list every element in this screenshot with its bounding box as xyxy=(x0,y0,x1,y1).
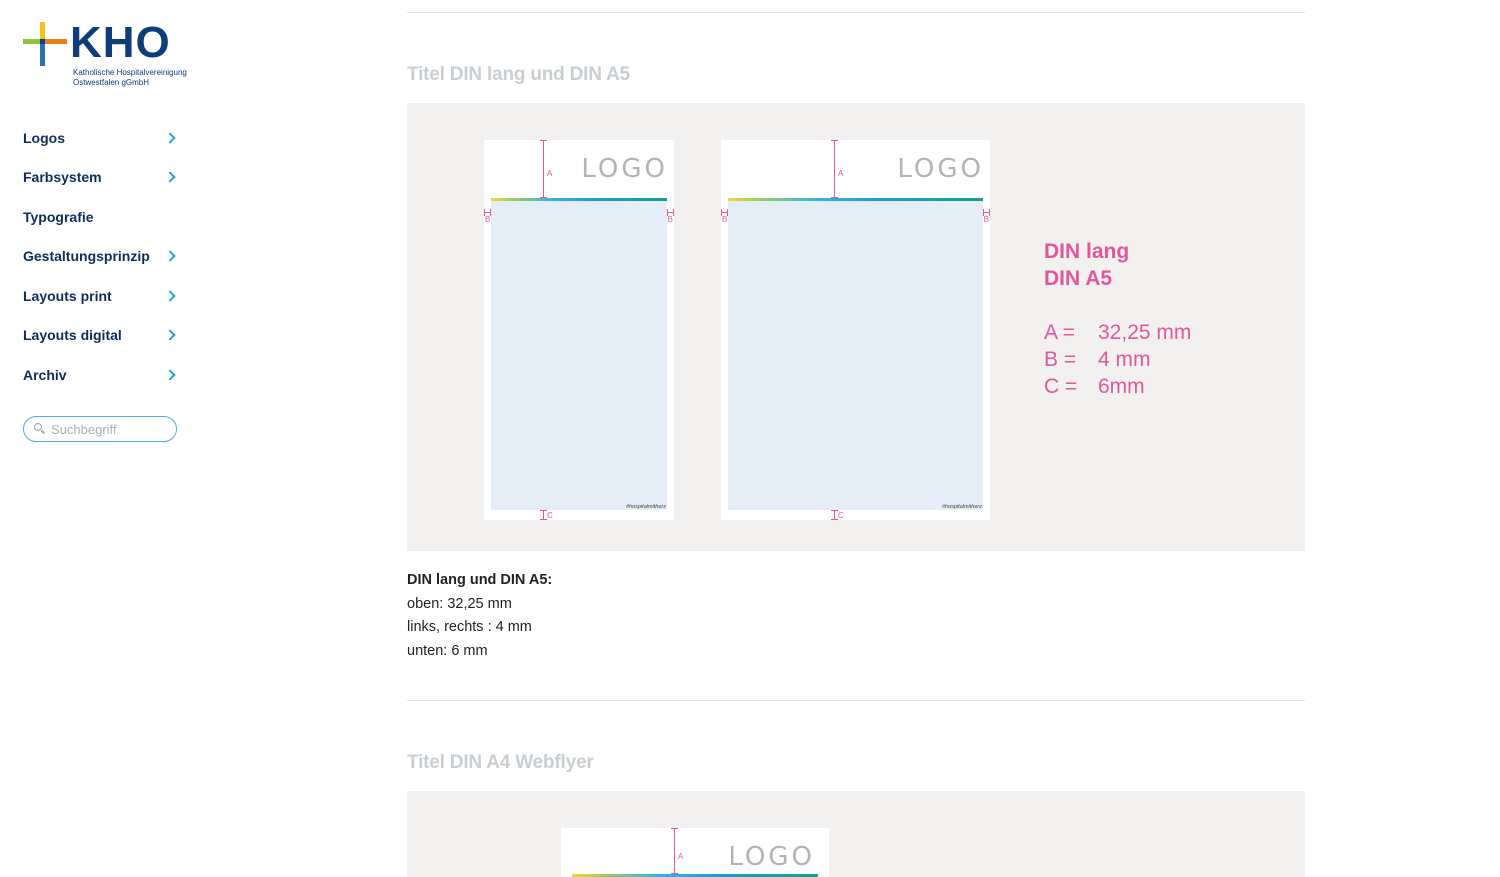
margin-b-left-label: B xyxy=(722,215,728,224)
content-area xyxy=(728,201,983,510)
chevron-right-icon[interactable] xyxy=(164,329,176,341)
sidebar-item-layouts-digital[interactable]: Layouts digital xyxy=(23,316,178,356)
sidebar-item-archiv[interactable]: Archiv xyxy=(23,355,178,395)
chevron-right-icon[interactable] xyxy=(164,369,176,381)
margin-a-marker xyxy=(540,140,547,198)
chevron-right-icon[interactable] xyxy=(164,171,176,183)
sidebar-item-label: Layouts print xyxy=(23,287,112,304)
cross-logo-icon xyxy=(23,22,67,66)
spec-value: 6mm xyxy=(1098,375,1145,398)
kho-logo[interactable]: KHO Katholische Hospitalvereinigung Ostw… xyxy=(23,18,193,88)
din-a5-mockup: LOGO #hospitalmitherz A B B C xyxy=(721,140,990,520)
sidebar: KHO Katholische Hospitalvereinigung Ostw… xyxy=(0,0,200,877)
margin-c-label: C xyxy=(838,511,844,520)
spec-key: B = xyxy=(1044,348,1077,371)
logo-subtitle-line1: Katholische Hospitalvereinigung xyxy=(73,68,187,77)
sidebar-item-label: Gestaltungsprinzip xyxy=(23,248,150,265)
chevron-right-icon[interactable] xyxy=(164,132,176,144)
logo-subtitle: Katholische Hospitalvereinigung Ostwestf… xyxy=(73,68,187,88)
sidebar-item-gestaltungsprinzip[interactable]: Gestaltungsprinzip xyxy=(23,237,178,277)
margin-b-left-label: B xyxy=(485,215,491,224)
hashtag-label: #hospitalmitherz xyxy=(941,504,982,510)
spec-heading: DIN lang DIN A5 xyxy=(1044,238,1129,292)
section-title: Titel DIN A4 Webflyer xyxy=(407,752,594,773)
spec-row-b: B = 4 mm xyxy=(1044,346,1244,373)
margin-a-marker xyxy=(671,828,678,874)
sidebar-item-typografie[interactable]: Typografie xyxy=(23,197,178,237)
sidebar-item-farbsystem[interactable]: Farbsystem xyxy=(23,158,178,198)
margin-c-marker xyxy=(540,510,547,520)
logo-placeholder: LOGO xyxy=(897,154,984,184)
margin-c-label: C xyxy=(547,511,553,520)
description-title: DIN lang und DIN A5: xyxy=(407,572,553,588)
margin-a-label: A xyxy=(547,169,553,178)
section-title: Titel DIN lang und DIN A5 xyxy=(407,64,631,85)
sidebar-item-label: Farbsystem xyxy=(23,169,102,186)
sidebar-item-layouts-print[interactable]: Layouts print xyxy=(23,276,178,316)
spec-value: 4 mm xyxy=(1098,348,1151,371)
sidebar-nav: Logos Farbsystem Typografie Gestaltungsp… xyxy=(23,118,178,395)
spec-heading-line1: DIN lang xyxy=(1044,240,1130,263)
margin-b-right-marker xyxy=(983,209,990,216)
hashtag-label: #hospitalmitherz xyxy=(625,504,666,510)
spec-description: DIN lang und DIN A5: oben: 32,25 mm link… xyxy=(407,569,552,663)
sidebar-item-logos[interactable]: Logos xyxy=(23,118,178,158)
spec-row-a: A = 32,25 mm xyxy=(1044,319,1244,346)
din-lang-mockup: LOGO #hospitalmitherz A B B C xyxy=(484,140,674,520)
spec-row-c: C = 6mm xyxy=(1044,373,1244,400)
margin-b-left-marker xyxy=(721,209,728,216)
spec-key: C = xyxy=(1044,375,1078,398)
search-input[interactable] xyxy=(51,421,171,437)
spec-key: A = xyxy=(1044,321,1075,344)
chevron-right-icon[interactable] xyxy=(164,250,176,262)
logo-subtitle-line2: Ostwestfalen gGmbH xyxy=(73,78,150,87)
divider xyxy=(407,12,1305,13)
sidebar-item-label: Typografie xyxy=(23,208,94,225)
spec-value: 32,25 mm xyxy=(1098,321,1192,344)
content-area xyxy=(491,201,667,510)
search-icon xyxy=(33,422,47,436)
margin-b-right-marker xyxy=(667,209,674,216)
description-line: links, rechts : 4 mm xyxy=(407,619,532,635)
margin-b-right-label: B xyxy=(983,215,989,224)
layout-preview-panel: LOGO A xyxy=(407,791,1305,877)
sidebar-item-label: Archiv xyxy=(23,366,67,383)
divider xyxy=(407,700,1305,701)
margin-a-label: A xyxy=(838,169,844,178)
logo-placeholder: LOGO xyxy=(728,842,815,872)
chevron-right-icon[interactable] xyxy=(164,290,176,302)
spec-heading-line2: DIN A5 xyxy=(1044,267,1113,290)
margin-a-label: A xyxy=(678,852,684,861)
margin-b-left-marker xyxy=(484,209,491,216)
description-line: unten: 6 mm xyxy=(407,642,488,659)
margin-b-right-label: B xyxy=(667,215,673,224)
margin-a-marker xyxy=(831,140,838,198)
logo-placeholder: LOGO xyxy=(581,154,668,184)
margin-c-marker xyxy=(831,510,838,520)
description-line: oben: 32,25 mm xyxy=(407,595,512,612)
logo-wordmark: KHO xyxy=(70,18,171,67)
search-box[interactable] xyxy=(23,416,177,442)
din-a4-webflyer-mockup: LOGO A xyxy=(561,828,829,877)
sidebar-item-label: Layouts digital xyxy=(23,327,122,344)
sidebar-item-label: Logos xyxy=(23,129,65,146)
layout-preview-panel: LOGO #hospitalmitherz A B B C LOGO #hosp… xyxy=(407,103,1305,551)
